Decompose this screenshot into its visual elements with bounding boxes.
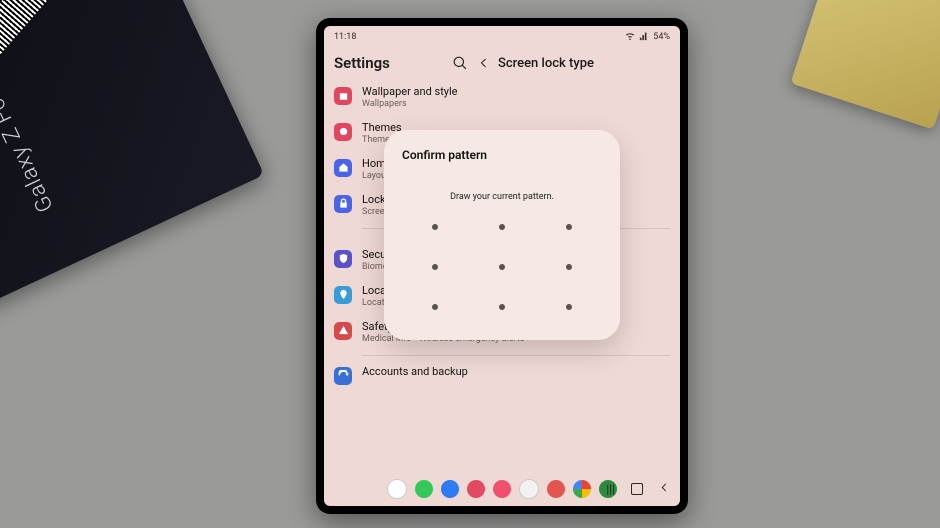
row-label: Accounts and backup [362,366,468,379]
shield-icon [334,250,352,268]
photo-scene: Galaxy Z Fold6 11:18 54% Settings [0,0,940,528]
tablet-screen: 11:18 54% Settings [324,26,680,506]
pattern-dot[interactable] [432,224,438,230]
status-bar: 11:18 54% [324,26,680,46]
desk-prop [790,0,940,130]
dock-app-play[interactable] [573,480,591,498]
nav-bar: ||| [606,472,670,506]
tablet-frame: 11:18 54% Settings [316,18,688,514]
pattern-dot[interactable] [566,304,572,310]
pattern-dot[interactable] [432,264,438,270]
nav-recents-icon[interactable]: ||| [606,482,615,496]
alert-icon [334,322,352,340]
dock-app-gallery[interactable] [493,480,511,498]
product-box: Galaxy Z Fold6 [0,0,264,314]
battery-label: 54% [653,32,670,42]
pattern-dot[interactable] [499,224,505,230]
palette-icon [334,123,352,141]
home-icon [334,159,352,177]
dock-app-messages[interactable] [441,480,459,498]
pattern-dot[interactable] [432,304,438,310]
sync-icon [334,367,352,385]
image-icon [334,87,352,105]
dock-app-camera[interactable] [547,480,565,498]
pattern-dot[interactable] [499,304,505,310]
dock-app-assist[interactable] [519,479,539,499]
barcode [0,0,51,87]
dock-app-finder[interactable] [387,479,407,499]
row-sub: Wallpapers [362,99,458,109]
pattern-dot[interactable] [566,224,572,230]
page-title: Settings [334,54,444,72]
product-box-label: Galaxy Z Fold6 [0,63,59,215]
dock-app-store[interactable] [467,480,485,498]
back-icon[interactable] [476,57,492,69]
divider [362,355,670,356]
header-row: Settings Screen lock type [324,46,680,80]
pattern-dot[interactable] [499,264,505,270]
confirm-pattern-dialog: Confirm pattern Draw your current patter… [384,130,620,340]
nav-back-icon[interactable] [659,482,670,496]
signal-icon [639,31,649,44]
settings-row-accounts[interactable]: Accounts and backup [334,360,670,392]
lock-icon [334,195,352,213]
wifi-icon [625,31,635,44]
pattern-dot[interactable] [566,264,572,270]
nav-home-icon[interactable] [631,483,643,495]
status-time: 11:18 [334,32,356,42]
settings-row-wallpaper[interactable]: Wallpaper and styleWallpapers [334,80,670,116]
subpage-title: Screen lock type [498,56,594,71]
dialog-title: Confirm pattern [402,148,602,162]
dialog-message: Draw your current pattern. [402,192,602,202]
row-label: Wallpaper and style [362,86,458,99]
pattern-grid[interactable] [402,224,602,316]
dock-app-phone[interactable] [415,480,433,498]
search-icon[interactable] [450,56,470,70]
location-icon [334,286,352,304]
